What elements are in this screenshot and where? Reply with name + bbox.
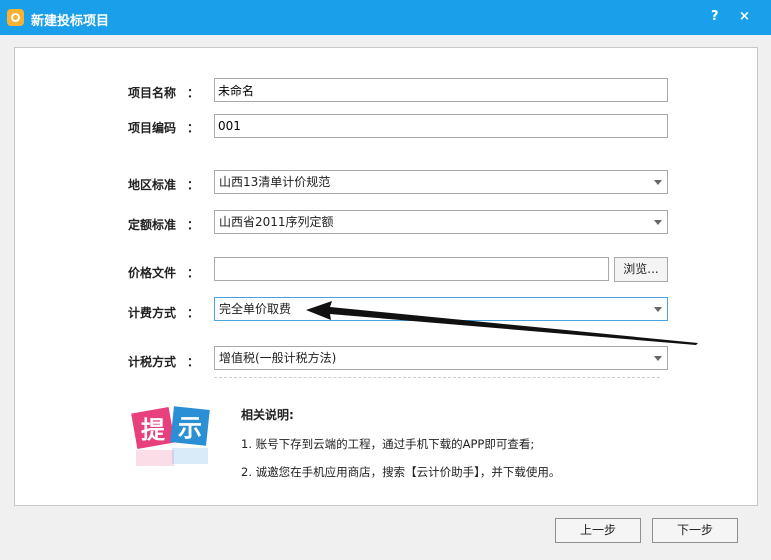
- quota-standard-select[interactable]: 山西省2011序列定额: [214, 210, 668, 234]
- chevron-down-icon: [654, 220, 662, 225]
- quota-standard-value: 山西省2011序列定额: [219, 215, 334, 229]
- billing-method-label: 计费方式: [128, 306, 177, 320]
- notes-title: 相关说明:: [241, 408, 294, 422]
- price-file-input[interactable]: [214, 257, 609, 281]
- divider: [214, 377, 660, 378]
- tax-method-label: 计税方式: [128, 355, 177, 369]
- billing-method-value: 完全单价取费: [219, 302, 292, 316]
- region-standard-value: 山西13清单计价规范: [219, 175, 331, 189]
- colon: ：: [187, 178, 200, 192]
- tax-method-select[interactable]: 增值税(一般计税方法): [214, 346, 668, 370]
- app-logo-icon: [7, 9, 24, 26]
- annotation-arrow-icon: [306, 301, 698, 345]
- close-button[interactable]: ×: [739, 9, 750, 24]
- project-code-input[interactable]: [214, 114, 668, 138]
- help-button[interactable]: ?: [711, 9, 719, 24]
- tax-method-value: 增值税(一般计税方法): [219, 351, 337, 365]
- colon: ：: [187, 218, 200, 232]
- project-name-input[interactable]: [214, 78, 668, 102]
- region-standard-label: 地区标准: [128, 178, 177, 192]
- quota-standard-label: 定额标准: [128, 218, 177, 232]
- colon: ：: [187, 306, 200, 320]
- browse-button[interactable]: 浏览...: [614, 257, 668, 282]
- region-standard-select[interactable]: 山西13清单计价规范: [214, 170, 668, 194]
- colon: ：: [187, 355, 200, 369]
- chevron-down-icon: [654, 180, 662, 185]
- colon: ：: [187, 86, 200, 100]
- project-code-label: 项目编码: [128, 121, 177, 135]
- colon: ：: [187, 266, 200, 280]
- project-name-label: 项目名称: [128, 86, 177, 100]
- note-item: 1. 账号下存到云端的工程，通过手机下载的APP即可查看;: [241, 437, 535, 451]
- window-title: 新建投标项目: [31, 14, 110, 29]
- price-file-label: 价格文件: [128, 266, 177, 280]
- title-bar: 新建投标项目 ? ×: [0, 0, 771, 35]
- tip-badge-icon: 提 示: [131, 406, 210, 466]
- tip-char-1: 提: [141, 416, 166, 444]
- chevron-down-icon: [654, 356, 662, 361]
- colon: ：: [187, 121, 200, 135]
- note-item: 2. 诚邀您在手机应用商店，搜索【云计价助手】，并下载使用。: [241, 465, 561, 479]
- next-step-button[interactable]: 下一步: [652, 518, 738, 543]
- tip-char-2: 示: [178, 414, 202, 442]
- prev-step-button[interactable]: 上一步: [555, 518, 641, 543]
